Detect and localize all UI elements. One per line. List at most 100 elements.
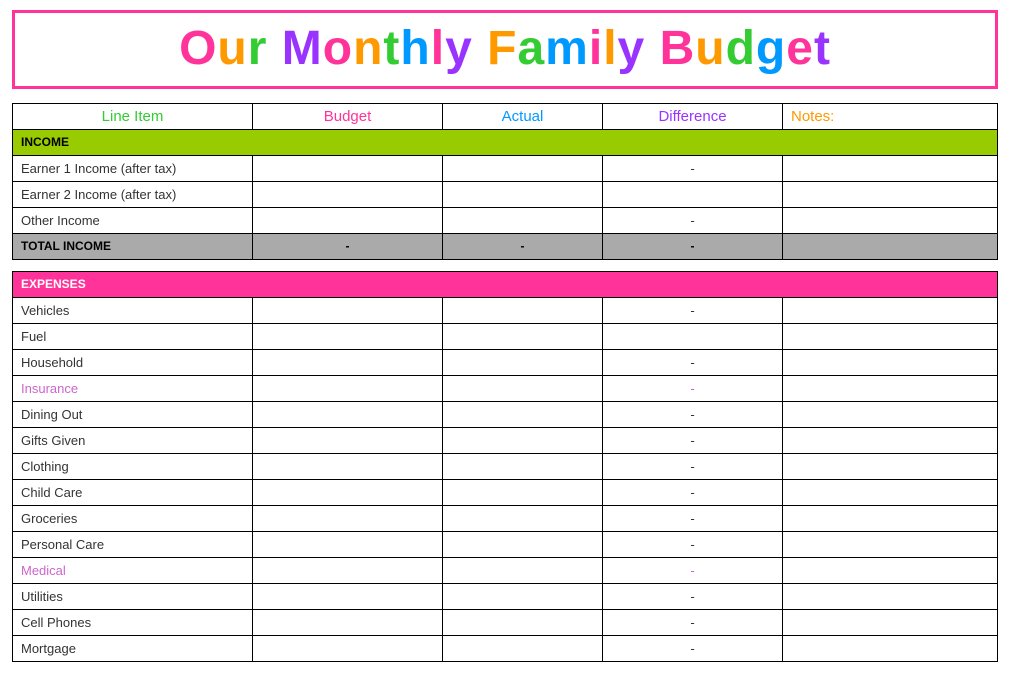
expense-item-7: Clothing — [13, 453, 253, 479]
income-actual-2[interactable] — [443, 181, 603, 207]
expense-actual-13[interactable] — [443, 609, 603, 635]
expense-item-11: Medical — [13, 557, 253, 583]
expense-budget-1[interactable] — [253, 297, 443, 323]
table-row: Child Care - — [13, 479, 998, 505]
income-actual-1[interactable] — [443, 155, 603, 181]
income-notes-3[interactable] — [783, 207, 998, 233]
income-diff-3: - — [603, 207, 783, 233]
table-row: Clothing - — [13, 453, 998, 479]
table-row: Earner 1 Income (after tax) - — [13, 155, 998, 181]
expense-budget-2[interactable] — [253, 323, 443, 349]
expense-budget-7[interactable] — [253, 453, 443, 479]
expense-item-5: Dining Out — [13, 401, 253, 427]
section-header-expenses: EXPENSES — [13, 271, 998, 297]
expenses-label: EXPENSES — [13, 271, 998, 297]
table-row: Other Income - — [13, 207, 998, 233]
expense-actual-8[interactable] — [443, 479, 603, 505]
total-income-notes — [783, 233, 998, 259]
expense-notes-6[interactable] — [783, 427, 998, 453]
expense-item-3: Household — [13, 349, 253, 375]
expense-item-4: Insurance — [13, 375, 253, 401]
expense-item-1: Vehicles — [13, 297, 253, 323]
income-item-3: Other Income — [13, 207, 253, 233]
expense-actual-4[interactable] — [443, 375, 603, 401]
expense-diff-2 — [603, 323, 783, 349]
income-label: INCOME — [13, 129, 998, 155]
total-income-actual: - — [443, 233, 603, 259]
expense-notes-5[interactable] — [783, 401, 998, 427]
income-budget-2[interactable] — [253, 181, 443, 207]
income-diff-2 — [603, 181, 783, 207]
income-budget-3[interactable] — [253, 207, 443, 233]
expense-diff-14: - — [603, 635, 783, 661]
table-row: Insurance - — [13, 375, 998, 401]
expense-actual-9[interactable] — [443, 505, 603, 531]
expense-diff-13: - — [603, 609, 783, 635]
expense-budget-4[interactable] — [253, 375, 443, 401]
expense-notes-4[interactable] — [783, 375, 998, 401]
table-header-row: Line Item Budget Actual Difference Notes… — [13, 103, 998, 129]
expense-budget-3[interactable] — [253, 349, 443, 375]
expense-notes-3[interactable] — [783, 349, 998, 375]
expense-item-13: Cell Phones — [13, 609, 253, 635]
expense-actual-1[interactable] — [443, 297, 603, 323]
expense-actual-6[interactable] — [443, 427, 603, 453]
expense-notes-2[interactable] — [783, 323, 998, 349]
expense-budget-9[interactable] — [253, 505, 443, 531]
expense-budget-10[interactable] — [253, 531, 443, 557]
expense-notes-11[interactable] — [783, 557, 998, 583]
expense-budget-6[interactable] — [253, 427, 443, 453]
expense-diff-10: - — [603, 531, 783, 557]
spacer — [13, 259, 998, 271]
col-header-lineitem: Line Item — [13, 103, 253, 129]
expense-diff-3: - — [603, 349, 783, 375]
expense-actual-7[interactable] — [443, 453, 603, 479]
expense-budget-11[interactable] — [253, 557, 443, 583]
expense-notes-12[interactable] — [783, 583, 998, 609]
expense-diff-1: - — [603, 297, 783, 323]
income-actual-3[interactable] — [443, 207, 603, 233]
total-income-budget: - — [253, 233, 443, 259]
expense-notes-7[interactable] — [783, 453, 998, 479]
expense-notes-13[interactable] — [783, 609, 998, 635]
table-row: Cell Phones - — [13, 609, 998, 635]
expense-budget-12[interactable] — [253, 583, 443, 609]
col-header-budget: Budget — [253, 103, 443, 129]
expense-budget-5[interactable] — [253, 401, 443, 427]
table-row: Fuel — [13, 323, 998, 349]
expense-diff-8: - — [603, 479, 783, 505]
expense-notes-9[interactable] — [783, 505, 998, 531]
expense-budget-14[interactable] — [253, 635, 443, 661]
expense-actual-14[interactable] — [443, 635, 603, 661]
expense-budget-8[interactable] — [253, 479, 443, 505]
table-row: Vehicles - — [13, 297, 998, 323]
expense-item-9: Groceries — [13, 505, 253, 531]
col-header-actual: Actual — [443, 103, 603, 129]
expense-diff-7: - — [603, 453, 783, 479]
expense-actual-2[interactable] — [443, 323, 603, 349]
income-notes-1[interactable] — [783, 155, 998, 181]
table-row: Household - — [13, 349, 998, 375]
expense-notes-1[interactable] — [783, 297, 998, 323]
expense-notes-8[interactable] — [783, 479, 998, 505]
expense-item-12: Utilities — [13, 583, 253, 609]
expense-notes-14[interactable] — [783, 635, 998, 661]
expense-actual-5[interactable] — [443, 401, 603, 427]
expense-actual-10[interactable] — [443, 531, 603, 557]
income-budget-1[interactable] — [253, 155, 443, 181]
table-row: Personal Care - — [13, 531, 998, 557]
expense-notes-10[interactable] — [783, 531, 998, 557]
expense-actual-12[interactable] — [443, 583, 603, 609]
expense-diff-4: - — [603, 375, 783, 401]
expense-item-10: Personal Care — [13, 531, 253, 557]
expense-actual-3[interactable] — [443, 349, 603, 375]
expense-actual-11[interactable] — [443, 557, 603, 583]
table-row: Dining Out - — [13, 401, 998, 427]
expense-diff-12: - — [603, 583, 783, 609]
title-box: Our Monthly Family Budget — [12, 10, 998, 89]
budget-table: Line Item Budget Actual Difference Notes… — [12, 103, 998, 662]
income-diff-1: - — [603, 155, 783, 181]
income-notes-2[interactable] — [783, 181, 998, 207]
expense-diff-5: - — [603, 401, 783, 427]
expense-budget-13[interactable] — [253, 609, 443, 635]
